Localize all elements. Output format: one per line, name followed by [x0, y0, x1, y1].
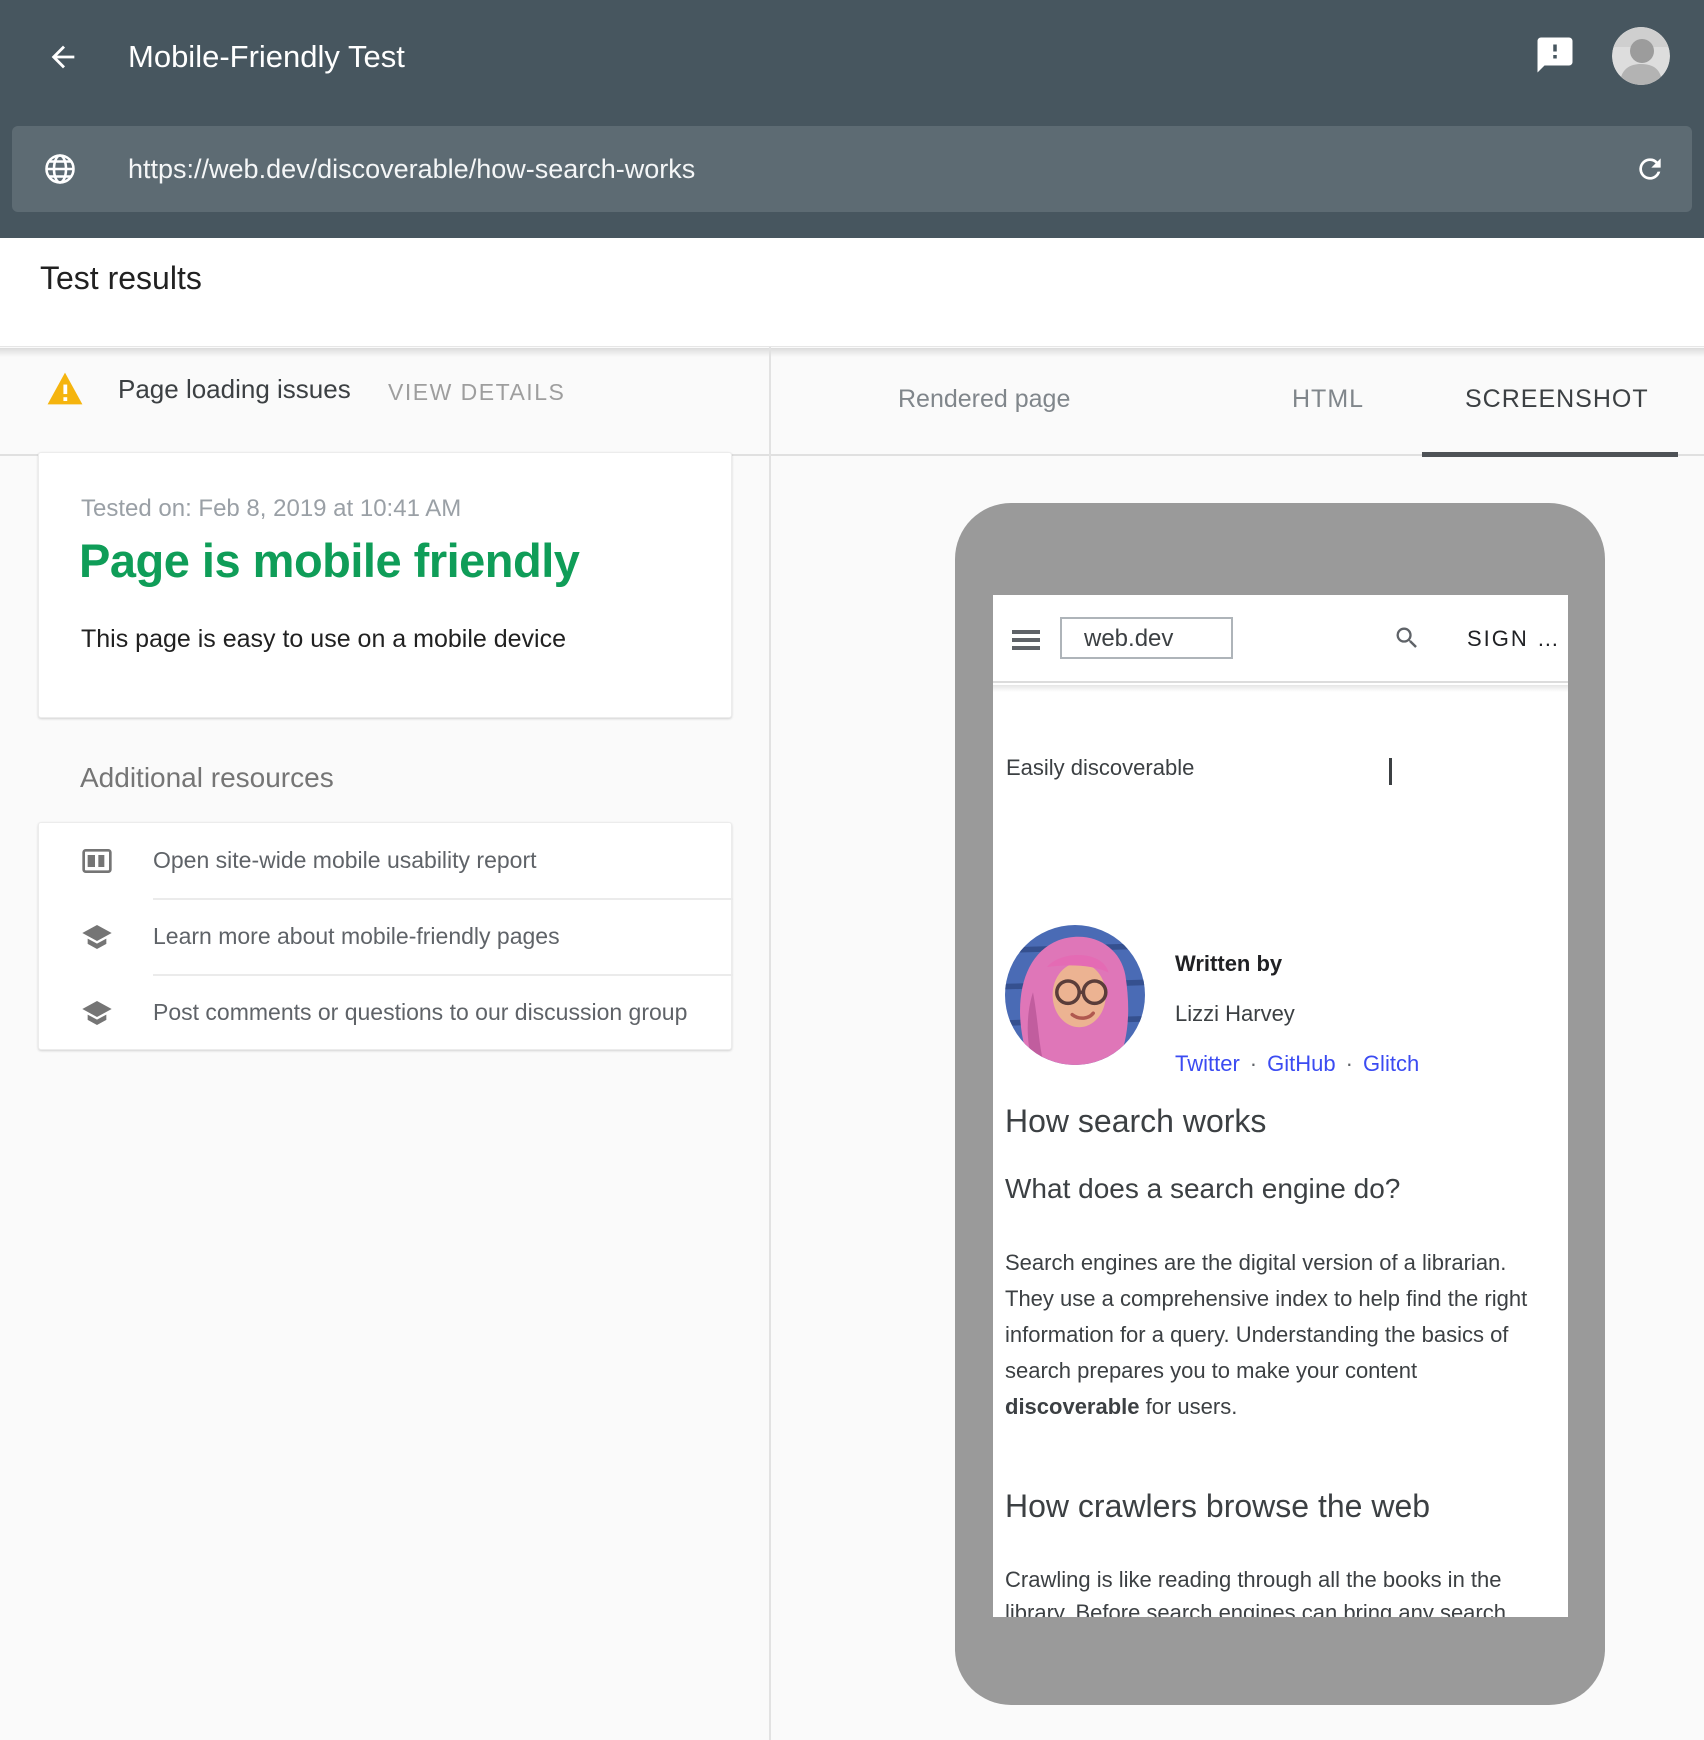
app-bar: Mobile-Friendly Test — [0, 0, 1704, 238]
link-separator: · — [1250, 1051, 1257, 1076]
active-tab-indicator — [1422, 452, 1678, 457]
user-avatar-photo-icon — [1612, 27, 1670, 85]
link-glitch: Glitch — [1363, 1051, 1419, 1076]
tab-html[interactable]: HTML — [1292, 385, 1364, 414]
feedback-icon — [1534, 34, 1576, 76]
author-name: Lizzi Harvey — [1175, 1001, 1295, 1027]
site-search-field: web.dev — [1060, 617, 1233, 659]
school-icon — [81, 997, 113, 1029]
back-arrow-icon — [46, 40, 80, 74]
section1-paragraph: Search engines are the digital version o… — [1005, 1245, 1540, 1425]
resource-label: Post comments or questions to our discus… — [153, 999, 687, 1026]
tested-on-label: Tested on: Feb 8, 2019 at 10:41 AM — [81, 495, 461, 523]
panel-divider — [769, 347, 771, 1740]
resource-label: Learn more about mobile-friendly pages — [153, 923, 560, 950]
warning-label: Page loading issues — [118, 374, 351, 405]
resource-item-discussion-group[interactable]: Post comments or questions to our discus… — [39, 975, 733, 1051]
screenshot-preview: web.dev SIGN … Easily discoverable — [993, 595, 1568, 1617]
resource-label: Open site-wide mobile usability report — [153, 847, 537, 874]
page-title: Test results — [40, 260, 202, 297]
result-card: Tested on: Feb 8, 2019 at 10:41 AM Page … — [38, 452, 732, 718]
url-bar[interactable]: https://web.dev/discoverable/how-search-… — [12, 126, 1692, 212]
report-icon — [81, 845, 113, 877]
app-title: Mobile-Friendly Test — [128, 37, 405, 77]
refresh-icon — [1634, 153, 1666, 185]
globe-icon — [42, 151, 78, 187]
bold-term: discoverable — [1005, 1394, 1140, 1419]
search-icon — [1393, 624, 1421, 652]
section2-paragraph: Crawling is like reading through all the… — [1005, 1563, 1540, 1617]
resources-card: Open site-wide mobile usability report L… — [38, 822, 732, 1050]
clipped-element-bar — [1389, 758, 1392, 785]
section1-heading: What does a search engine do? — [1005, 1173, 1400, 1205]
user-avatar[interactable] — [1612, 27, 1670, 85]
written-by-label: Written by — [1175, 951, 1282, 977]
article-title: How search works — [1005, 1103, 1266, 1140]
tab-rendered-page[interactable]: Rendered page — [898, 385, 1070, 414]
additional-resources-heading: Additional resources — [80, 762, 334, 794]
hamburger-menu-icon — [1012, 630, 1040, 650]
sign-in-text: SIGN … — [1467, 626, 1561, 652]
resource-item-learn-more[interactable]: Learn more about mobile-friendly pages — [39, 899, 733, 975]
site-name: web.dev — [1084, 625, 1173, 653]
refresh-button[interactable] — [1634, 153, 1666, 185]
school-icon — [81, 921, 113, 953]
verdict-text: Page is mobile friendly — [79, 533, 579, 588]
section2-heading: How crawlers browse the web — [1005, 1488, 1430, 1525]
resource-item-usability-report[interactable]: Open site-wide mobile usability report — [39, 823, 733, 899]
author-links: Twitter · GitHub · Glitch — [1175, 1051, 1419, 1077]
author-avatar — [1005, 925, 1145, 1065]
results-header: Test results — [0, 238, 1704, 347]
back-button[interactable] — [46, 40, 80, 74]
tab-screenshot[interactable]: SCREENSHOT — [1465, 385, 1649, 414]
screenshot-browser-header: web.dev SIGN … — [993, 595, 1568, 683]
warning-icon — [46, 371, 84, 406]
link-github: GitHub — [1267, 1051, 1335, 1076]
browser-header-shadow — [993, 685, 1568, 692]
header-shadow — [0, 348, 1704, 357]
link-twitter: Twitter — [1175, 1051, 1240, 1076]
link-separator: · — [1346, 1051, 1353, 1076]
mobile-friendly-test-app: Mobile-Friendly Test — [0, 0, 1704, 1740]
url-text: https://web.dev/discoverable/how-search-… — [128, 154, 695, 184]
view-details-button[interactable]: VIEW DETAILS — [388, 379, 565, 406]
screenshot-page-label: Easily discoverable — [1006, 755, 1194, 781]
feedback-button[interactable] — [1534, 34, 1576, 76]
verdict-description: This page is easy to use on a mobile dev… — [81, 625, 566, 654]
